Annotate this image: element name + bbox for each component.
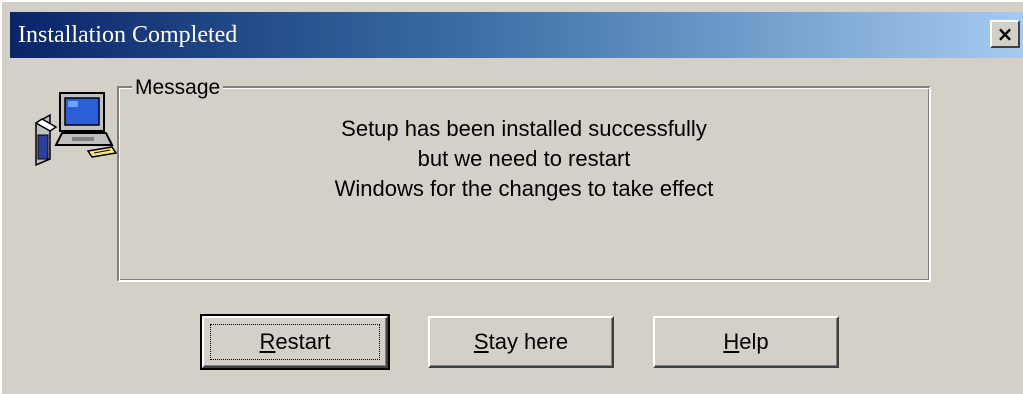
restart-button[interactable]: Restart [200, 314, 390, 370]
groupbox-label: Message [132, 76, 224, 100]
close-icon: × [996, 22, 1014, 46]
dialog-window: Installation Completed × Message Setup h… [0, 0, 1023, 394]
help-button[interactable]: Help [653, 316, 839, 368]
window-title: Installation Completed [18, 22, 238, 48]
title-bar[interactable]: Installation Completed × [10, 12, 1023, 58]
message-line: but we need to restart [417, 146, 631, 171]
close-button[interactable]: × [990, 20, 1020, 48]
help-button-label: Help [723, 329, 769, 354]
stay-here-button-label: Stay here [473, 329, 569, 354]
message-text: Setup has been installed successfully bu… [119, 114, 929, 204]
message-line: Windows for the changes to take effect [334, 176, 714, 201]
restart-button-label: Restart [259, 329, 331, 354]
message-line: Setup has been installed successfully [341, 116, 707, 141]
stay-here-button[interactable]: Stay here [428, 316, 614, 368]
computer-setup-icon [34, 92, 118, 167]
